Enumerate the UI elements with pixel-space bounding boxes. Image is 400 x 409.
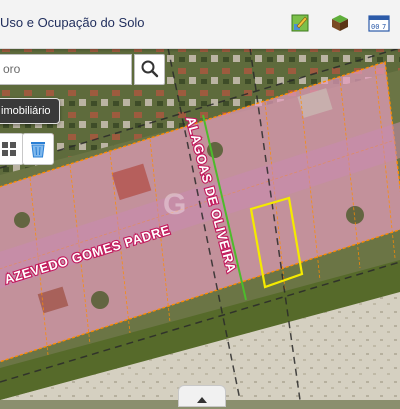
search-box (0, 54, 132, 85)
layer-button-label: imobiliário (1, 105, 51, 117)
watermark: G (163, 188, 186, 221)
tree (346, 206, 364, 224)
layers-3d-icon[interactable] (330, 13, 350, 33)
map-edit-icon[interactable] (290, 13, 310, 33)
search-icon (140, 59, 160, 84)
top-bar: Uso e Ocupação do Solo 00 7 (0, 0, 400, 49)
grid-icon (1, 141, 17, 162)
chevron-up-icon (196, 391, 208, 409)
layer-cadastro-imobiliario-button[interactable]: imobiliário (0, 98, 60, 124)
search-button[interactable] (134, 54, 165, 85)
clear-button[interactable] (22, 133, 54, 165)
search-input[interactable] (3, 60, 123, 78)
bottom-panel-toggle[interactable] (178, 385, 226, 407)
app-title: Uso e Ocupação do Solo (0, 15, 145, 30)
svg-text:7: 7 (382, 23, 386, 31)
grid-view-button[interactable] (0, 133, 24, 165)
tree (14, 212, 30, 228)
trash-bin-icon (29, 139, 47, 164)
calendar-grid-icon[interactable]: 00 7 (368, 13, 390, 33)
svg-text:00: 00 (371, 23, 379, 31)
tree (91, 291, 109, 309)
